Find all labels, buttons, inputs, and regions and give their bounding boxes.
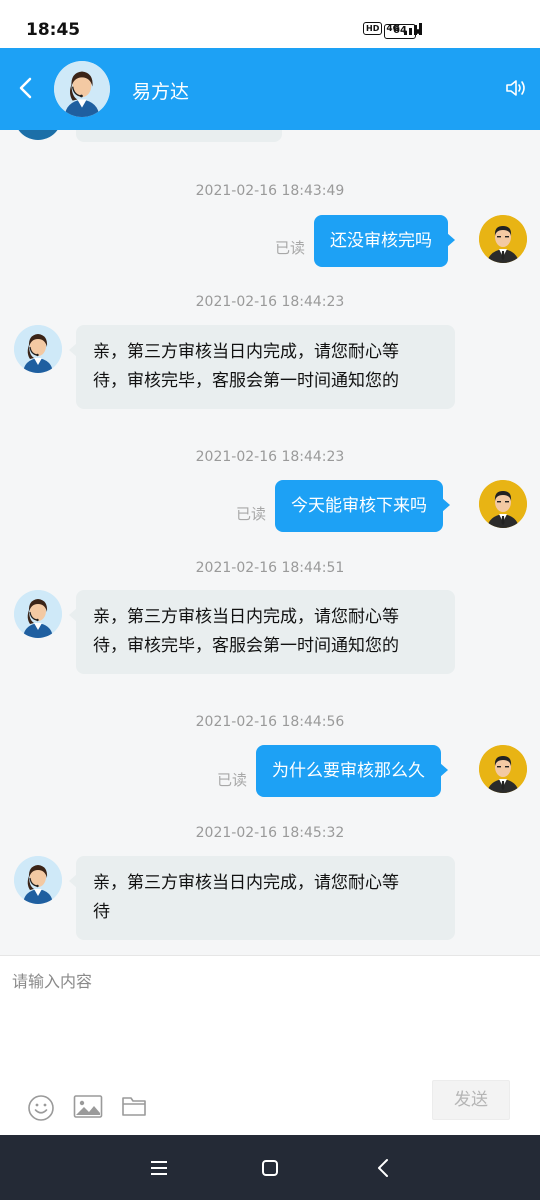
agent-avatar-icon [54, 61, 110, 117]
message-timestamp: 2021-02-16 18:44:23 [195, 449, 345, 465]
user-avatar[interactable] [479, 480, 527, 528]
menu-icon[interactable] [147, 1157, 171, 1179]
back-icon[interactable] [372, 1157, 396, 1179]
read-receipt: 已读 [217, 771, 248, 789]
message-bubble-outgoing[interactable]: 还没审核完吗 [314, 215, 455, 267]
send-button[interactable]: 发送 [432, 1080, 510, 1120]
message-bubble-outgoing[interactable]: 为什么要审核那么久 [256, 745, 448, 797]
message-list[interactable]: 2021-02-16 18:43:49 已读 还没审核完吗 2021-02-16… [0, 130, 540, 955]
chat-title: 易方达 [132, 81, 190, 103]
agent-avatar[interactable] [14, 325, 62, 373]
status-time: 18:45 [26, 20, 81, 40]
status-bar: 18:45 HD 4G 64 [0, 0, 540, 48]
message-bubble-incoming[interactable]: 亲，第三方审核当日内完成，请您耐心等 待，审核完毕，客服会第一时间通知您的 [69, 325, 455, 409]
user-avatar[interactable] [479, 745, 527, 793]
message-bubble-partial [76, 130, 282, 142]
battery-icon: 64 [384, 24, 419, 39]
user-avatar-icon [479, 745, 527, 793]
message-line: 待，审核完毕，客服会第一时间通知您的 [93, 636, 399, 656]
image-icon[interactable] [73, 1094, 103, 1120]
agent-avatar-icon [14, 590, 62, 638]
emoji-icon[interactable] [27, 1094, 55, 1122]
message-line: 亲，第三方审核当日内完成，请您耐心等 [93, 607, 399, 627]
message-timestamp: 2021-02-16 18:44:51 [195, 560, 345, 576]
system-nav-bar [0, 1135, 540, 1200]
message-timestamp: 2021-02-16 18:45:32 [195, 825, 345, 841]
agent-avatar[interactable] [14, 590, 62, 638]
chat-header: 易方达 [0, 48, 540, 130]
message-timestamp: 2021-02-16 18:44:23 [195, 294, 345, 310]
message-line: 亲，第三方审核当日内完成，请您耐心等 [93, 342, 399, 362]
agent-avatar-icon [14, 325, 62, 373]
agent-avatar[interactable] [54, 61, 110, 117]
message-bubble-outgoing[interactable]: 今天能审核下来吗 [275, 480, 450, 532]
message-timestamp: 2021-02-16 18:44:56 [195, 714, 345, 730]
message-line: 亲，第三方审核当日内完成，请您耐心等 [93, 873, 399, 893]
agent-avatar[interactable] [14, 856, 62, 904]
user-avatar[interactable] [479, 215, 527, 263]
user-avatar-icon [479, 215, 527, 263]
message-timestamp: 2021-02-16 18:43:49 [195, 183, 345, 199]
hd-badge: HD [363, 22, 383, 35]
chevron-left-icon[interactable] [16, 76, 36, 100]
read-receipt: 已读 [236, 505, 267, 523]
message-input[interactable] [12, 968, 528, 1078]
message-bubble-incoming[interactable]: 亲，第三方审核当日内完成，请您耐心等 待，审核完毕，客服会第一时间通知您的 [69, 590, 455, 674]
message-bubble-incoming[interactable]: 亲，第三方审核当日内完成，请您耐心等 待 [69, 856, 455, 940]
battery-level: 64 [393, 25, 407, 36]
home-icon[interactable] [258, 1157, 282, 1179]
agent-avatar-partial [14, 130, 62, 140]
message-line: 待 [93, 902, 110, 922]
read-receipt: 已读 [275, 239, 306, 257]
composer: 发送 [0, 955, 540, 1135]
message-line: 待，审核完毕，客服会第一时间通知您的 [93, 371, 399, 391]
user-avatar-icon [479, 480, 527, 528]
speaker-icon[interactable] [504, 76, 528, 100]
folder-icon[interactable] [121, 1094, 147, 1118]
agent-avatar-icon [14, 856, 62, 904]
